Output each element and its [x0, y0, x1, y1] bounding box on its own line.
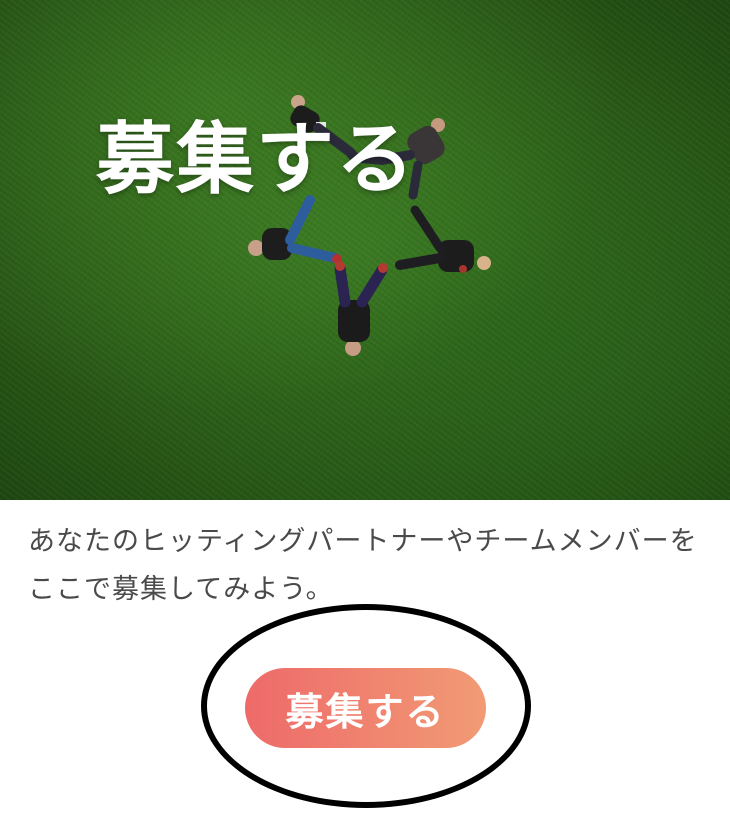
person-figure — [248, 195, 342, 264]
hero-title: 募集する — [96, 115, 417, 205]
star-people-photo — [248, 95, 491, 356]
hero-banner: 募集する — [0, 0, 730, 500]
description-text: あなたのヒッティングパートナーやチームメンバーをここで募集してみよう。 — [28, 526, 698, 605]
person-figure — [395, 205, 491, 273]
person-figure — [334, 261, 388, 356]
recruit-button[interactable]: 募集する — [245, 668, 486, 748]
